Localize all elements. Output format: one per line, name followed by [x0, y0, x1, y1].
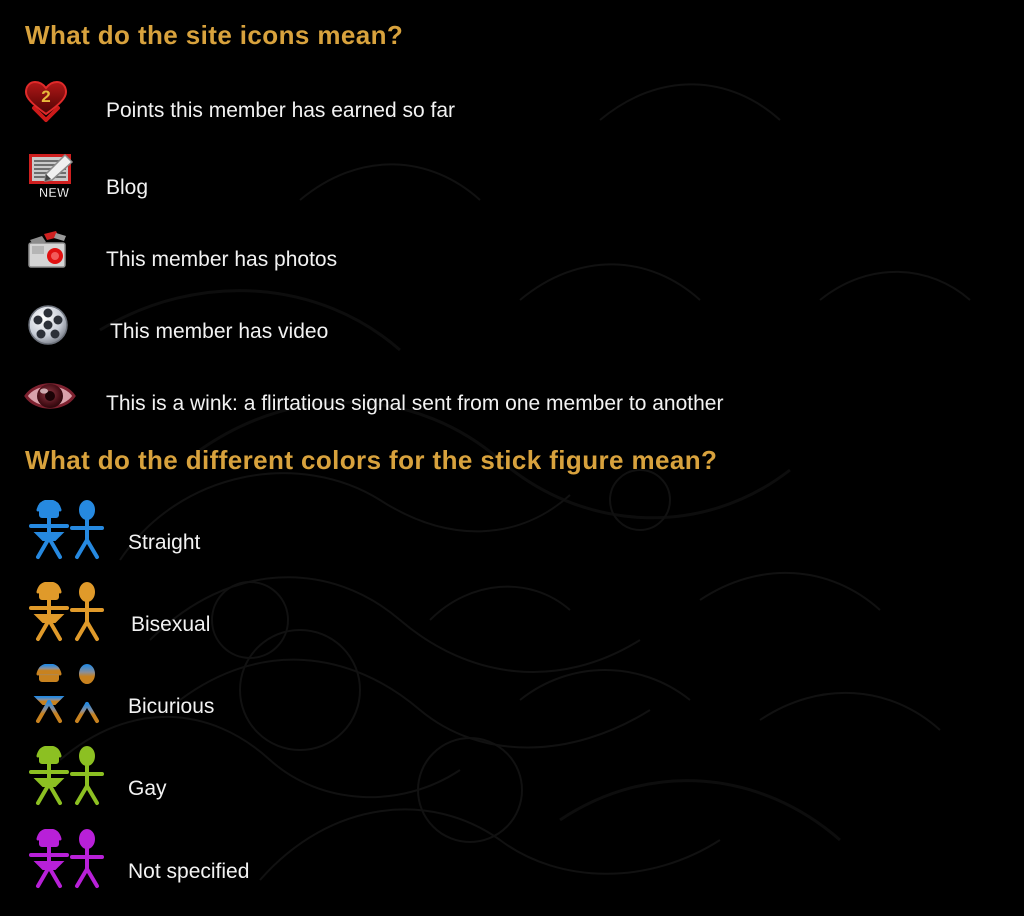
heart-points-badge: 2	[41, 87, 50, 106]
legend-label-bisexual: Bisexual	[131, 613, 211, 636]
heart-points-icon: 2	[22, 78, 70, 126]
stick-figure-pair-icon-straight	[24, 499, 106, 567]
stick-figure-pair-icon-not-specified	[24, 828, 106, 896]
site-icons-heading: What do the site icons mean?	[25, 20, 404, 50]
stick-figure-pair-icon-bicurious	[24, 663, 106, 731]
legend-label-wink: This is a wink: a flirtatious signal sen…	[106, 392, 724, 415]
legend-label-points: Points this member has earned so far	[106, 99, 456, 122]
stick-figure-pair-icon-bisexual	[24, 581, 106, 649]
blog-notepad-icon: NEW	[27, 152, 79, 200]
legend-label-gay: Gay	[128, 777, 167, 800]
film-reel-video-icon	[24, 302, 72, 348]
stick-figure-pair-icon-gay	[24, 745, 106, 813]
legend-label-straight: Straight	[128, 531, 201, 554]
eye-wink-icon	[22, 376, 78, 416]
camera-photos-icon	[26, 230, 76, 276]
blog-new-badge: NEW	[39, 185, 70, 200]
legend-label-not-specified: Not specified	[128, 860, 250, 883]
legend-label-blog: Blog	[106, 176, 149, 199]
legend-label-bicurious: Bicurious	[128, 695, 215, 718]
stick-figure-colors-heading: What do the different colors for the sti…	[25, 445, 718, 475]
legend-label-video: This member has video	[110, 320, 329, 343]
legend-label-photos: This member has photos	[106, 248, 338, 271]
